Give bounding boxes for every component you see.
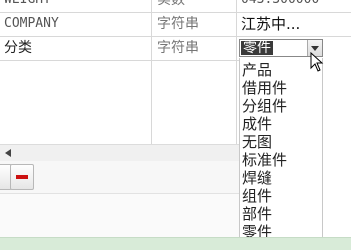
remove-row-button[interactable] bbox=[10, 164, 34, 190]
dropdown-option[interactable]: 部件 bbox=[242, 205, 272, 223]
property-type: 实数 bbox=[157, 0, 185, 8]
property-type: 字符串 bbox=[157, 16, 199, 32]
category-dropdown-list: 产品 借用件 分组件 成件 无图 标准件 焊缝 组件 部件 零件 bbox=[239, 58, 323, 241]
dropdown-option[interactable]: 借用件 bbox=[242, 79, 287, 97]
table-row[interactable]: WEIGHT 实数 043.300000 bbox=[0, 0, 351, 12]
mouse-pointer-icon bbox=[310, 51, 324, 76]
arrow-left-icon[interactable] bbox=[0, 145, 16, 161]
dropdown-option[interactable]: 焊缝 bbox=[242, 169, 272, 187]
status-strip bbox=[0, 237, 351, 250]
dropdown-option[interactable]: 分组件 bbox=[242, 97, 287, 115]
row-toolbar bbox=[0, 161, 239, 193]
property-name: COMPANY bbox=[4, 16, 59, 31]
property-name: WEIGHT bbox=[4, 0, 150, 12]
dropdown-option[interactable]: 标准件 bbox=[242, 151, 287, 169]
property-name: 分类 bbox=[4, 40, 32, 56]
dropdown-option[interactable]: 成件 bbox=[242, 115, 272, 133]
property-value[interactable]: 043.300000 bbox=[241, 0, 351, 12]
property-type: 字符串 bbox=[157, 40, 199, 56]
horizontal-scrollbar[interactable] bbox=[0, 144, 239, 161]
dropdown-option[interactable]: 无图 bbox=[242, 133, 272, 151]
lower-panel bbox=[0, 193, 239, 238]
dropdown-option[interactable]: 组件 bbox=[242, 187, 272, 205]
property-value[interactable]: 江苏中... bbox=[241, 12, 351, 36]
dropdown-option[interactable]: 产品 bbox=[242, 61, 272, 79]
select-current-value: 零件 bbox=[241, 40, 273, 56]
minus-icon bbox=[16, 175, 28, 179]
table-row[interactable]: COMPANY 字符串 江苏中... bbox=[0, 12, 351, 36]
